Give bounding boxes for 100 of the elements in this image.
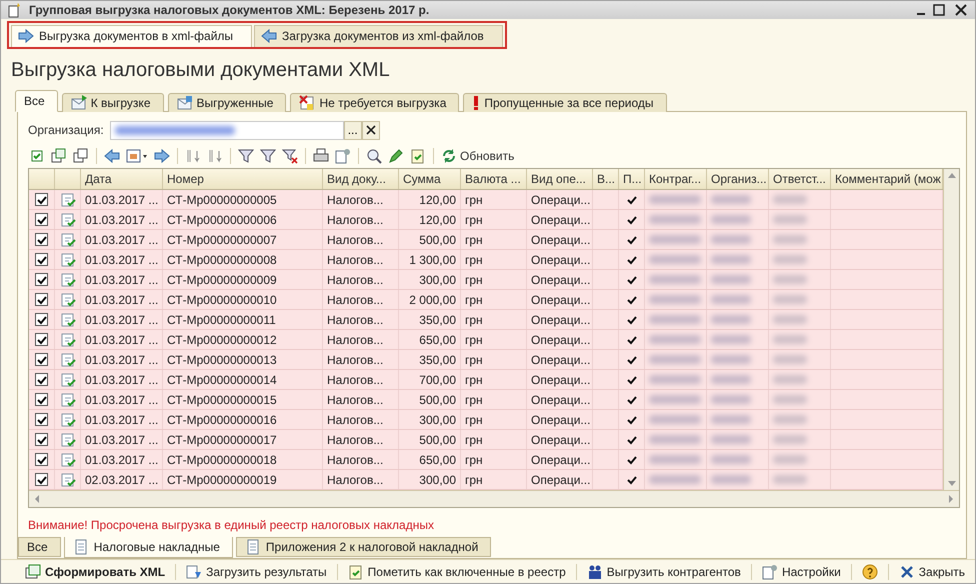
column-header[interactable]: Вид доку...: [323, 169, 399, 190]
document-type-tab[interactable]: Налоговые накладные: [64, 537, 233, 558]
command-button[interactable]: Загрузить результаты: [184, 562, 329, 581]
close-icon: [898, 564, 915, 580]
command-button[interactable]: Сформировать XML: [23, 562, 168, 581]
filter-tab[interactable]: Выгруженные: [168, 93, 286, 112]
table-cell: Операци...: [527, 310, 593, 330]
settings-button[interactable]: [334, 147, 352, 166]
filter-button[interactable]: [237, 147, 255, 166]
table-cell: 01.03.2017 ...: [81, 230, 163, 250]
row-checkbox[interactable]: [35, 213, 48, 226]
refresh-button[interactable]: Обновить: [440, 147, 516, 166]
redacted-text: [711, 375, 751, 384]
table-cell: СТ-Мр00000000018: [163, 450, 323, 470]
column-header[interactable]: П...: [619, 169, 645, 190]
mode-tab[interactable]: Загрузка документов из xml-файлов: [254, 25, 503, 48]
command-button[interactable]: Закрыть: [896, 562, 967, 581]
organization-field[interactable]: [110, 120, 344, 140]
table-cell: Операци...: [527, 270, 593, 290]
table-cell: 1 300,00: [399, 250, 461, 270]
table-cell: грн: [461, 210, 527, 230]
redacted-text: [773, 335, 807, 344]
period-button[interactable]: [125, 147, 149, 166]
redacted-text: [649, 335, 701, 344]
table-cell: 01.03.2017 ...: [81, 370, 163, 390]
redacted-text: [649, 475, 701, 484]
find-button[interactable]: [365, 147, 383, 166]
field-label: Организация:: [28, 123, 104, 138]
clear-button[interactable]: [362, 120, 380, 140]
previous-button[interactable]: [103, 147, 121, 166]
table-cell: 300,00: [399, 470, 461, 490]
filter-tab[interactable]: К выгрузке: [62, 93, 164, 112]
document-icon: [7, 2, 23, 18]
table-cell: СТ-Мр00000000005: [163, 190, 323, 210]
column-header[interactable]: Контраг...: [645, 169, 707, 190]
row-checkbox[interactable]: [35, 373, 48, 386]
select-button[interactable]: ...: [344, 120, 362, 140]
mode-tab[interactable]: Выгрузка документов в xml-файлы: [11, 25, 252, 48]
row-checkbox[interactable]: [35, 393, 48, 406]
row-checkbox[interactable]: [35, 293, 48, 306]
help-icon: [862, 564, 878, 580]
column-header[interactable]: Валюта ...: [461, 169, 527, 190]
filter-button[interactable]: [259, 147, 277, 166]
column-header[interactable]: Вид опе...: [527, 169, 593, 190]
stacked-squares-icon: [73, 148, 89, 164]
filter-tab[interactable]: Пропущенные за все периоды: [463, 93, 666, 112]
redacted-text: [649, 455, 701, 464]
sort-icon: [207, 148, 223, 164]
check-button[interactable]: [50, 147, 68, 166]
right-arrow-icon: [154, 148, 170, 164]
document-type-tab[interactable]: Приложения 2 к налоговой накладной: [236, 537, 492, 558]
minimize-icon: [917, 13, 925, 16]
filter-tab[interactable]: Не требуется выгрузка: [290, 93, 460, 112]
scroll-down-icon: [948, 481, 956, 486]
document-stack-icon: [25, 564, 42, 580]
help-button[interactable]: [860, 562, 880, 581]
row-checkbox[interactable]: [35, 313, 48, 326]
row-checkbox[interactable]: [35, 193, 48, 206]
row-checkbox[interactable]: [35, 233, 48, 246]
document-check-icon: [60, 452, 76, 468]
column-header[interactable]: Дата: [81, 169, 163, 190]
column-header[interactable]: Номер: [163, 169, 323, 190]
row-checkbox[interactable]: [35, 333, 48, 346]
document-check-icon: [60, 412, 76, 428]
table-cell: Операци...: [527, 290, 593, 310]
row-checkbox[interactable]: [35, 353, 48, 366]
table-cell: 700,00: [399, 370, 461, 390]
redacted-text: [649, 395, 701, 404]
scroll-up-icon: [948, 173, 956, 178]
clear-filter-button[interactable]: [281, 147, 299, 166]
table-cell: СТ-Мр00000000008: [163, 250, 323, 270]
table-cell: грн: [461, 190, 527, 210]
table-cell: СТ-Мр00000000007: [163, 230, 323, 250]
command-button[interactable]: Выгрузить контрагентов: [584, 562, 743, 581]
table-cell: Операци...: [527, 430, 593, 450]
row-checkbox[interactable]: [35, 413, 48, 426]
row-checkbox[interactable]: [35, 253, 48, 266]
column-header[interactable]: Ответст...: [769, 169, 831, 190]
edit-button[interactable]: [387, 147, 405, 166]
row-checkbox[interactable]: [35, 433, 48, 446]
redacted-text: [773, 255, 807, 264]
table-cell: грн: [461, 250, 527, 270]
column-header[interactable]: Сумма: [399, 169, 461, 190]
vertical-scrollbar[interactable]: [943, 169, 959, 490]
row-checkbox[interactable]: [35, 473, 48, 486]
column-header[interactable]: В...: [593, 169, 619, 190]
table-cell: Налогов...: [323, 210, 399, 230]
row-checkbox[interactable]: [35, 453, 48, 466]
command-button[interactable]: Пометить как включенные в реестр: [346, 562, 568, 581]
filter-tab[interactable]: Все: [15, 90, 58, 112]
table-cell: грн: [461, 230, 527, 250]
column-header[interactable]: Организ...: [707, 169, 769, 190]
uncheck-button[interactable]: [72, 147, 90, 166]
table-cell: СТ-Мр00000000017: [163, 430, 323, 450]
horizontal-scrollbar[interactable]: [29, 490, 959, 508]
table-cell: грн: [461, 270, 527, 290]
command-button[interactable]: Настройки: [760, 562, 843, 581]
document-type-tab[interactable]: Все: [18, 537, 61, 558]
next-button[interactable]: [153, 147, 171, 166]
row-checkbox[interactable]: [35, 273, 48, 286]
